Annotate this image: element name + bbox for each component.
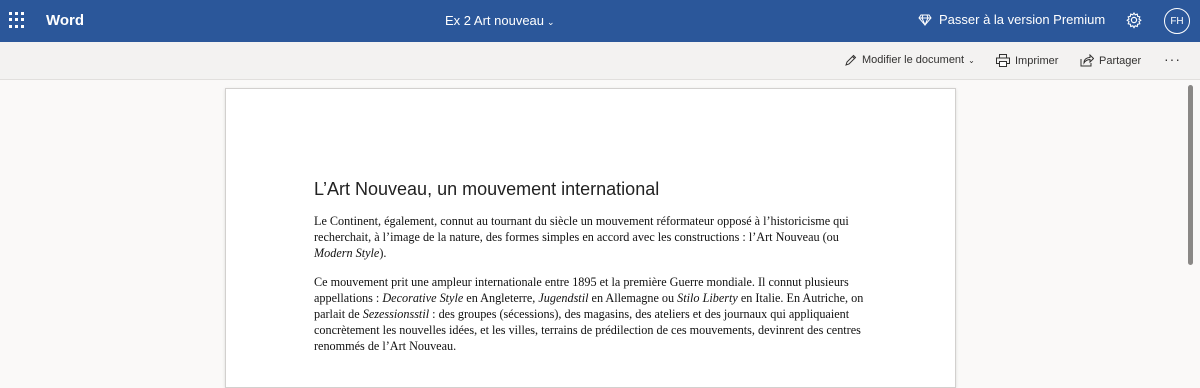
italic-text-run: Modern Style bbox=[314, 246, 380, 260]
document-heading: L’Art Nouveau, un mouvement internationa… bbox=[314, 179, 660, 199]
print-button[interactable]: Imprimer bbox=[996, 54, 1058, 67]
paragraph-2: Ce mouvement prit une ampleur internatio… bbox=[314, 274, 874, 354]
document-title-button[interactable]: Ex 2 Art nouveau ⌄ bbox=[445, 13, 555, 28]
document-canvas: L’Art Nouveau, un mouvement internationa… bbox=[0, 81, 1200, 388]
text-run: en Allemagne ou bbox=[588, 291, 678, 305]
share-button[interactable]: Partager bbox=[1080, 54, 1141, 67]
command-bar: Modifier le document ⌄ Imprimer Partager … bbox=[0, 42, 1200, 80]
premium-upgrade-button[interactable]: Passer à la version Premium bbox=[918, 12, 1105, 27]
chevron-down-icon: ⌄ bbox=[547, 17, 555, 27]
premium-label: Passer à la version Premium bbox=[939, 12, 1106, 27]
document-title: Ex 2 Art nouveau bbox=[445, 13, 545, 28]
top-app-bar: Word Ex 2 Art nouveau ⌄ Passer à la versi… bbox=[0, 0, 1200, 42]
italic-text-run: Jugendstil bbox=[538, 291, 589, 305]
gear-icon[interactable] bbox=[1125, 11, 1143, 29]
chevron-down-icon: ⌄ bbox=[968, 55, 975, 65]
italic-text-run: Decorative Style bbox=[382, 291, 464, 305]
text-run: en Angleterre, bbox=[463, 291, 539, 305]
edit-document-button[interactable]: Modifier le document ⌄ bbox=[845, 54, 975, 66]
share-icon bbox=[1080, 54, 1094, 67]
paragraph-1: Le Continent, également, connut au tourn… bbox=[314, 213, 874, 261]
user-avatar[interactable]: FH bbox=[1164, 8, 1190, 34]
document-page: L’Art Nouveau, un mouvement internationa… bbox=[225, 88, 956, 388]
text-run: ). bbox=[379, 246, 387, 260]
printer-icon bbox=[996, 54, 1010, 67]
app-launcher-icon[interactable] bbox=[9, 12, 25, 28]
text-run: Le Continent, également, connut au tourn… bbox=[314, 214, 849, 244]
print-label: Imprimer bbox=[1015, 54, 1059, 67]
italic-text-run: Stilo Liberty bbox=[677, 291, 738, 305]
share-label: Partager bbox=[1099, 54, 1142, 67]
vertical-scrollbar[interactable] bbox=[1188, 85, 1193, 265]
italic-text-run: Sezessionsstil bbox=[362, 307, 430, 321]
app-name[interactable]: Word bbox=[46, 12, 84, 29]
pencil-icon bbox=[845, 54, 857, 66]
diamond-icon bbox=[918, 14, 932, 26]
edit-document-label: Modifier le document bbox=[862, 54, 965, 66]
more-options-button[interactable]: ··· bbox=[1164, 51, 1181, 67]
